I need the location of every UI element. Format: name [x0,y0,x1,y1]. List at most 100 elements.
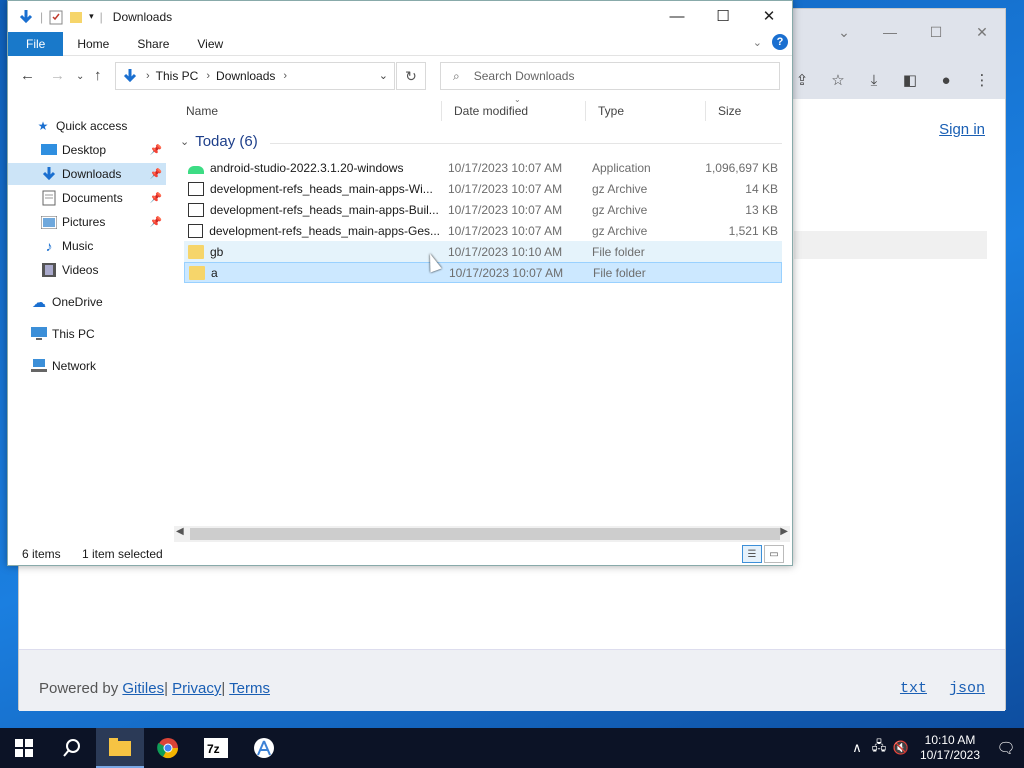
address-dropdown-chevron-icon[interactable]: ⌄ [379,69,388,82]
file-row[interactable]: development-refs_heads_main-apps-Buil...… [184,199,782,220]
scrollbar-thumb[interactable] [190,528,780,540]
minimize-icon[interactable]: — [654,1,700,31]
tab-file[interactable]: File [8,31,64,56]
footer-links: Powered by Gitiles| Privacy| Terms [39,680,270,697]
browser-close-icon[interactable]: ✕ [959,17,1005,47]
footer-format-links: txt json [900,680,985,697]
horizontal-scrollbar[interactable]: ◀ ▶ [174,526,790,542]
page-footer: Powered by Gitiles| Privacy| Terms txt j… [19,649,1005,711]
group-collapse-chevron-icon[interactable]: ⌄ [180,135,189,148]
properties-icon[interactable] [49,9,63,25]
file-size: 14 KB [745,181,778,196]
chrome-icon [157,738,179,759]
folder-icon [189,265,205,280]
up-arrow-icon[interactable]: ↑ [94,67,102,84]
column-header-date-modified[interactable]: Date modified [442,101,586,121]
close-icon[interactable]: ✕ [746,1,792,31]
side-panel-icon[interactable]: ◧ [899,69,921,91]
breadcrumb-downloads[interactable]: Downloads [216,69,275,83]
sign-in-link[interactable]: Sign in [939,121,985,138]
bookmark-star-icon[interactable]: ☆ [827,69,849,91]
download-icon[interactable]: ⤓ [863,69,885,91]
taskbar-7zip[interactable]: 7z [192,728,240,768]
file-row[interactable]: development-refs_heads_main-apps-Ges... … [184,220,782,241]
breadcrumb-separator-icon[interactable]: › [206,70,210,82]
file-list: Name Date modified ⌄ Type Size ⌄ Today (… [174,93,786,525]
customize-toolbar-chevron-icon[interactable]: ▾ [89,11,94,22]
taskbar-search-button[interactable] [48,728,96,768]
share-icon[interactable]: ⇪ [791,69,813,91]
nav-music[interactable]: ♪ Music [8,235,166,257]
nav-downloads[interactable]: Downloads 📌 [8,163,166,185]
privacy-link[interactable]: Privacy [172,680,221,697]
search-input[interactable]: ⌕ Search Downloads [440,62,780,90]
forward-arrow-icon[interactable]: → [50,67,65,84]
breadcrumb-separator-icon[interactable]: › [283,70,287,82]
nav-this-pc[interactable]: This PC [8,323,166,345]
nav-desktop[interactable]: Desktop 📌 [8,139,166,161]
nav-videos[interactable]: Videos [8,259,166,281]
file-row-selected[interactable]: a 10/17/2023 10:07 AM File folder [184,262,782,283]
recent-locations-chevron-icon[interactable]: ⌄ [76,71,84,82]
column-header-size[interactable]: Size [706,101,786,121]
nav-quick-access[interactable]: ★ Quick access [8,115,166,137]
file-row[interactable]: android-studio-2022.3.1.20-windows 10/17… [184,157,782,178]
terms-link[interactable]: Terms [229,680,270,697]
breadcrumb-separator-icon[interactable]: › [146,70,150,82]
maximize-icon[interactable]: ☐ [700,1,746,31]
tab-view[interactable]: View [183,32,237,56]
nav-pictures[interactable]: Pictures 📌 [8,211,166,233]
nav-network[interactable]: Network [8,355,166,377]
nav-label: Quick access [56,119,128,133]
file-date: 10/17/2023 10:07 AM [449,265,564,280]
large-icons-view-icon[interactable]: ▭ [764,545,784,563]
column-header-name[interactable]: Name [174,101,442,121]
browser-tab-list-icon[interactable]: ⌄ [821,17,867,47]
tab-home[interactable]: Home [63,32,123,56]
browser-minimize-icon[interactable]: — [867,17,913,47]
file-row[interactable]: development-refs_heads_main-apps-Wi... 1… [184,178,782,199]
volume-muted-icon[interactable]: 🔇 [890,740,912,756]
browser-menu-icon[interactable]: ⋮ [971,69,993,91]
new-folder-icon[interactable] [69,9,83,25]
taskbar-chrome[interactable] [144,728,192,768]
profile-avatar-icon[interactable]: ● [935,69,957,91]
system-tray: ∧ 🖧 🔇 10:10 AM 10/17/2023 🗨 [846,728,1024,768]
column-header-type[interactable]: Type [586,101,706,121]
file-date: 10/17/2023 10:07 AM [448,181,563,196]
nav-onedrive[interactable]: ☁ OneDrive [8,291,166,313]
file-row[interactable]: gb 10/17/2023 10:10 AM File folder [184,241,782,262]
start-button[interactable] [0,728,48,768]
address-bar[interactable]: › This PC › Downloads › ⌄ [115,62,395,90]
group-header-today[interactable]: ⌄ Today (6) [180,133,258,150]
window-title: Downloads [112,9,173,24]
nav-label: Downloads [62,167,122,181]
file-name: android-studio-2022.3.1.20-windows [210,160,404,175]
scroll-left-arrow-icon[interactable]: ◀ [176,526,184,537]
notifications-icon[interactable]: 🗨 [988,739,1024,757]
show-hidden-icons-chevron-icon[interactable]: ∧ [846,740,868,756]
details-view-icon[interactable]: ☰ [742,545,762,563]
expand-ribbon-chevron-icon[interactable]: ⌄ [753,36,762,49]
txt-link[interactable]: txt [900,680,927,697]
tab-share[interactable]: Share [123,32,183,56]
network-status-icon[interactable]: 🖧 [868,737,890,759]
videos-icon [40,263,58,277]
taskbar-android-studio[interactable] [240,728,288,768]
file-size: 1,521 KB [728,223,778,238]
nav-documents[interactable]: Documents 📌 [8,187,166,209]
ribbon-tabs: File Home Share View ⌄ ? [8,31,792,56]
back-arrow-icon[interactable]: ← [20,67,35,84]
help-icon[interactable]: ? [772,34,788,50]
taskbar-file-explorer[interactable] [96,728,144,768]
refresh-button[interactable]: ↻ [396,62,426,90]
gitiles-link[interactable]: Gitiles [122,680,164,697]
clock[interactable]: 10:10 AM 10/17/2023 [912,733,988,763]
footer-separator: | [221,680,226,697]
scroll-right-arrow-icon[interactable]: ▶ [780,526,788,537]
breadcrumb-this-pc[interactable]: This PC [156,69,199,83]
json-link[interactable]: json [949,680,985,697]
file-type: gz Archive [592,181,648,196]
browser-maximize-icon[interactable]: ☐ [913,17,959,47]
pin-icon: 📌 [149,216,162,228]
